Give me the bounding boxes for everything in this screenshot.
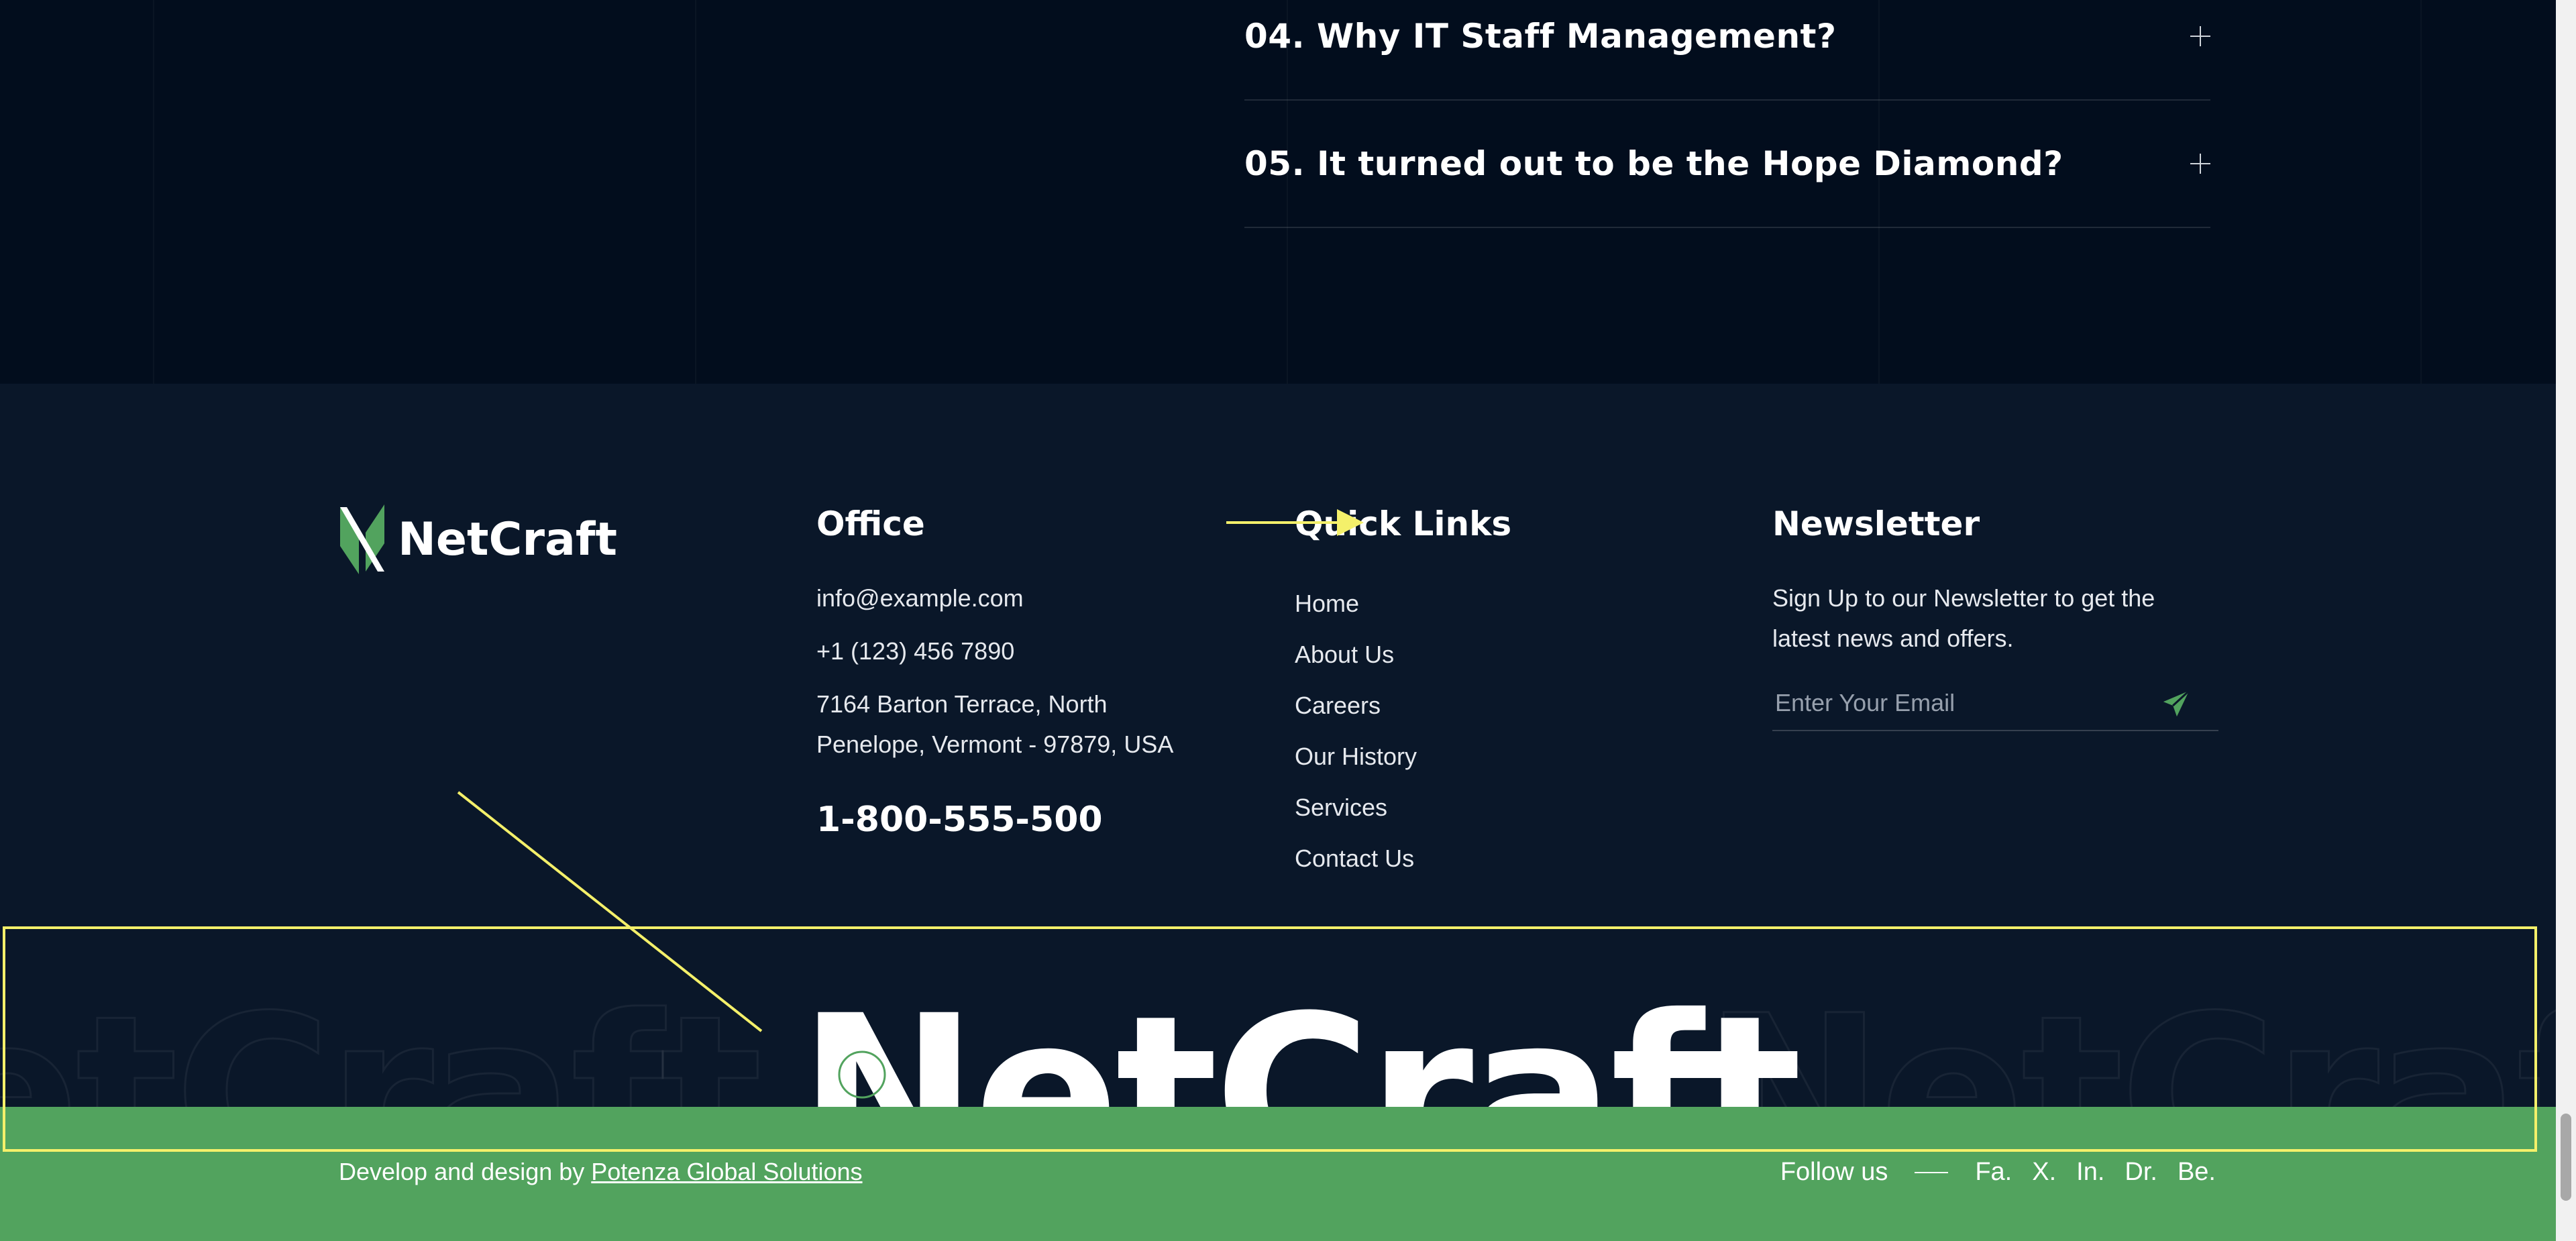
bottom-bar: Develop and design by Potenza Global Sol… <box>0 1107 2576 1241</box>
social-link-behance[interactable]: Be. <box>2178 1158 2216 1187</box>
follow-divider <box>1915 1171 1949 1173</box>
quick-links-title: Quick Links <box>1295 504 1512 543</box>
plus-icon[interactable] <box>2190 26 2210 46</box>
social-link-linkedin[interactable]: In. <box>2076 1158 2104 1187</box>
office-address: 7164 Barton Terrace, North Penelope, Ver… <box>816 690 1174 758</box>
footer-link-home[interactable]: Home <box>1295 578 1630 629</box>
newsletter-text: Sign Up to our Newsletter to get the lat… <box>1772 584 2155 652</box>
plus-icon[interactable] <box>2190 154 2210 174</box>
grid-line <box>153 0 154 384</box>
faq-item[interactable]: 04. Why IT Staff Management? <box>1244 0 2210 101</box>
scrollbar-thumb[interactable] <box>2561 1114 2571 1201</box>
newsletter-email-input[interactable] <box>1772 678 2148 729</box>
faq-item[interactable]: 05. It turned out to be the Hope Diamond… <box>1244 101 2210 228</box>
newsletter-submit-button[interactable] <box>2161 688 2192 719</box>
paper-plane-icon <box>2163 690 2190 717</box>
quick-links-column: Quick Links Home About Us Careers Our Hi… <box>1295 504 1630 884</box>
office-title: Office <box>816 504 925 543</box>
footer-link-contact-us[interactable]: Contact Us <box>1295 833 1630 884</box>
office-phone[interactable]: +1 (123) 456 7890 <box>816 631 1219 671</box>
grid-line <box>2420 0 2422 384</box>
faq-list: 04. Why IT Staff Management? 05. It turn… <box>1244 0 2210 228</box>
footer-link-careers[interactable]: Careers <box>1295 680 1630 731</box>
netcraft-logo-icon <box>340 504 384 574</box>
office-column: Office info@example.com +1 (123) 456 789… <box>816 504 1219 840</box>
footer-link-our-history[interactable]: Our History <box>1295 731 1630 782</box>
follow-label: Follow us <box>1780 1158 1888 1186</box>
faq-section: 04. Why IT Staff Management? 05. It turn… <box>0 0 2556 384</box>
social-link-facebook[interactable]: Fa. <box>1975 1158 2012 1187</box>
newsletter-form <box>1772 678 2218 731</box>
office-hotline[interactable]: 1-800-555-500 <box>816 800 1219 840</box>
credit-link[interactable]: Potenza Global Solutions <box>591 1158 862 1185</box>
faq-question: 04. Why IT Staff Management? <box>1244 17 1837 56</box>
social-follow: Follow us Fa. X. In. Dr. Be. <box>1780 1158 2216 1187</box>
brand-name: NetCraft <box>398 512 617 566</box>
social-link-dribbble[interactable]: Dr. <box>2125 1158 2157 1187</box>
credit-text: Develop and design by Potenza Global Sol… <box>339 1158 863 1186</box>
newsletter-column: Newsletter Sign Up to our Newsletter to … <box>1772 504 2218 731</box>
grid-line <box>695 0 696 384</box>
social-link-x[interactable]: X. <box>2032 1158 2056 1187</box>
footer-link-about-us[interactable]: About Us <box>1295 629 1630 680</box>
office-email[interactable]: info@example.com <box>816 578 1219 618</box>
footer-link-services[interactable]: Services <box>1295 782 1630 833</box>
page-scrollbar[interactable] <box>2556 0 2576 1241</box>
footer-logo[interactable]: NetCraft <box>339 504 617 574</box>
credit-prefix: Develop and design by <box>339 1158 592 1185</box>
newsletter-title: Newsletter <box>1772 504 1980 543</box>
faq-question: 05. It turned out to be the Hope Diamond… <box>1244 144 2063 183</box>
